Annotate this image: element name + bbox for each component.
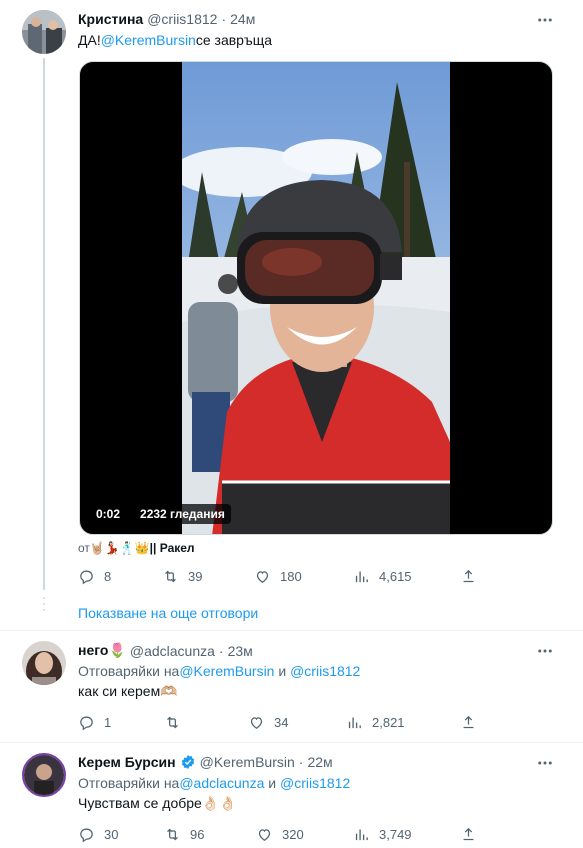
reply-count: 30: [104, 826, 119, 842]
share-button[interactable]: [460, 568, 477, 585]
avatar-nego[interactable]: [22, 641, 66, 685]
like-count: 34: [274, 714, 289, 730]
repost-button[interactable]: [164, 714, 190, 731]
user-handle[interactable]: @adclacunza: [130, 643, 215, 659]
reply-icon: [80, 570, 93, 584]
separator-dot: ·: [298, 754, 304, 770]
separator-dot: ·: [221, 11, 227, 27]
views-count: 2,821: [372, 714, 405, 730]
repost-button[interactable]: 96: [164, 826, 204, 843]
views-icon: [348, 717, 361, 728]
reply-button[interactable]: 30: [78, 826, 118, 843]
separator-dot: ·: [218, 642, 224, 659]
like-icon: [250, 716, 263, 729]
video-still-image: [182, 62, 450, 534]
share-icon: [463, 715, 474, 728]
views-button[interactable]: 3,749: [353, 826, 412, 843]
reply-count: 8: [104, 568, 112, 584]
repost-icon: [165, 570, 176, 582]
mention-link[interactable]: @KeremBursin: [179, 663, 274, 679]
avatar-kristina[interactable]: [22, 10, 66, 54]
source-emoji: 🤘🏼💃🏻🕺🏻👑: [89, 541, 150, 555]
tweet-kerem[interactable]: Керем Бурсин @KeremBursin · 22м Отговаря…: [0, 743, 583, 848]
tweet-kristina[interactable]: Кристина @criis1812 · 24м ДА!@KeremBursi…: [0, 0, 583, 600]
source-prefix: от: [78, 541, 90, 555]
timestamp[interactable]: 22м: [307, 754, 332, 770]
reply-context-and: и: [264, 775, 280, 791]
like-count: 320: [282, 826, 304, 842]
more-icon[interactable]: [535, 10, 555, 30]
video-views: 2232 гледания: [134, 504, 231, 524]
tweet-text: как си керем🫶🏼: [78, 683, 178, 699]
video-frame: [182, 62, 450, 534]
thread-line: [43, 58, 45, 590]
repost-count: 96: [190, 826, 205, 842]
tweet-nego[interactable]: него🌷 @adclacunza · 23м Отговаряйки на@K…: [0, 631, 583, 743]
tweet-text-post: се завръща: [195, 32, 273, 48]
tweet-header: Кристина @criis1812 · 24м: [78, 11, 255, 27]
views-count: 4,615: [379, 568, 412, 584]
verified-icon: [180, 754, 196, 770]
video-time: 0:02: [90, 504, 127, 524]
reply-icon: [80, 828, 93, 842]
reply-icon: [80, 716, 93, 730]
repost-count: 39: [188, 568, 203, 584]
more-icon[interactable]: [535, 641, 555, 661]
repost-icon: [167, 828, 178, 840]
action-bar: 8 39 180 4,615: [78, 566, 478, 586]
mention-link[interactable]: @criis1812: [280, 775, 350, 791]
mention-link[interactable]: @adclacunza: [179, 775, 264, 791]
display-name[interactable]: Кристина: [78, 11, 143, 27]
views-icon: [355, 571, 368, 582]
action-bar: 30 96 320 3,749: [78, 824, 478, 844]
reply-button[interactable]: 1: [78, 714, 111, 731]
source-name[interactable]: || Ракел: [150, 541, 195, 555]
views-count: 3,749: [379, 826, 412, 842]
timestamp[interactable]: 23м: [228, 643, 253, 659]
like-button[interactable]: 180: [254, 568, 302, 585]
reply-context-prefix: Отговаряйки на: [78, 775, 180, 791]
avatar-kerem[interactable]: [22, 753, 66, 797]
views-icon: [355, 829, 368, 840]
show-more-replies-link[interactable]: Показване на още отговори: [78, 605, 258, 621]
tweet-text: Чувствам се добре👌🏻👌🏻: [78, 795, 237, 811]
display-name[interactable]: него🌷: [78, 642, 126, 659]
display-name[interactable]: Керем Бурсин: [78, 754, 176, 770]
tweet-text: ДА!@KeremBursinсе завръща: [78, 30, 272, 50]
more-icon[interactable]: [535, 753, 555, 773]
reply-context: Отговаряйки на@adclacunza и @criis1812: [78, 773, 350, 793]
tweet-header: него🌷 @adclacunza · 23м: [78, 642, 253, 659]
like-button[interactable]: 320: [256, 826, 304, 843]
reply-button[interactable]: 8: [78, 568, 111, 585]
thread-gap-dots: [43, 597, 45, 615]
views-button[interactable]: 2,821: [346, 714, 405, 731]
reply-context-prefix: Отговаряйки на: [78, 663, 180, 679]
share-icon: [463, 569, 474, 582]
reply-context-and: и: [274, 663, 291, 679]
like-count: 180: [280, 568, 302, 584]
reply-count: 1: [104, 714, 112, 730]
tweet-text-pre: ДА!: [78, 32, 101, 48]
video-player[interactable]: 0:02 2232 гледания: [79, 61, 553, 535]
user-handle[interactable]: @KeremBursin: [200, 754, 295, 770]
repost-icon: [167, 716, 178, 728]
share-button[interactable]: [460, 714, 477, 731]
share-icon: [463, 827, 474, 840]
repost-button[interactable]: 39: [162, 568, 202, 585]
video-source[interactable]: от🤘🏼💃🏻🕺🏻👑|| Ракел: [78, 538, 195, 558]
user-handle[interactable]: @criis1812: [147, 11, 217, 27]
like-icon: [256, 570, 269, 583]
tweet-header: Керем Бурсин @KeremBursin · 22м: [78, 754, 333, 770]
mention-link[interactable]: @KeremBursin: [101, 32, 196, 48]
mention-link[interactable]: @criis1812: [290, 663, 360, 679]
reply-context: Отговаряйки на@KeremBursin и @criis1812: [78, 661, 360, 681]
like-button[interactable]: 34: [248, 714, 288, 731]
timestamp[interactable]: 24м: [230, 11, 255, 27]
video-overlay: 0:02 2232 гледания: [90, 504, 231, 524]
like-icon: [258, 828, 271, 841]
share-button[interactable]: [460, 826, 477, 843]
action-bar: 1 34 2,821: [78, 712, 478, 732]
views-button[interactable]: 4,615: [353, 568, 412, 585]
